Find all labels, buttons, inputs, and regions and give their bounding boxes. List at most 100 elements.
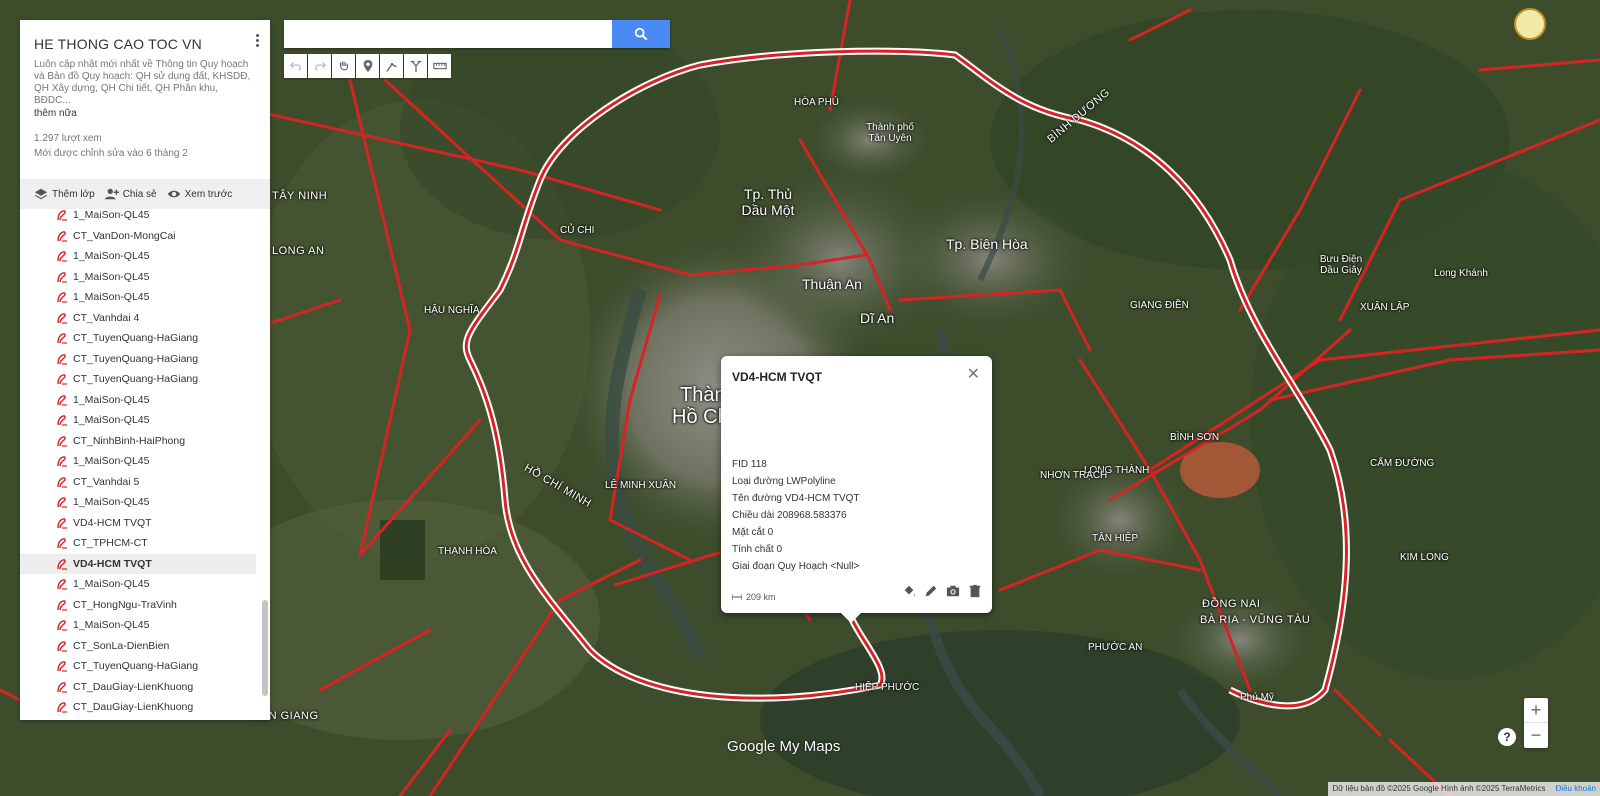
line-feature-icon bbox=[57, 312, 67, 324]
map-label-ba-ria-vung-tau: BÀ RỊA - VŨNG TÀU bbox=[1200, 614, 1311, 626]
map-label-hau-nghia: HẬU NGHĨA bbox=[424, 305, 480, 316]
list-item[interactable]: CT_TuyenQuang-HaGiang bbox=[20, 349, 256, 370]
search-bar bbox=[284, 20, 670, 48]
map-title[interactable]: HE THONG CAO TOC VN bbox=[34, 36, 256, 52]
panel-scrollbar[interactable] bbox=[262, 600, 268, 696]
map-label-phu-my: Phú Mỹ bbox=[1240, 692, 1274, 703]
length-value: 209 km bbox=[746, 592, 776, 602]
list-item[interactable]: CT_SonLa-DienBien bbox=[20, 636, 256, 657]
share-button[interactable]: Chia sẻ bbox=[104, 187, 157, 201]
directions-icon bbox=[410, 60, 421, 73]
map-label-di-an: Dĩ An bbox=[860, 310, 895, 326]
list-item[interactable]: CT_HongNgu-TraVinh bbox=[20, 595, 256, 616]
line-feature-icon bbox=[57, 210, 67, 221]
list-item[interactable]: CT_DauGiay-LienKhuong bbox=[20, 677, 256, 698]
style-paint-icon[interactable] bbox=[902, 584, 916, 598]
list-item[interactable]: 1_MaiSon-QL45 bbox=[20, 451, 256, 472]
list-item-label: CT_TuyenQuang-HaGiang bbox=[73, 352, 199, 365]
redo-icon bbox=[314, 62, 326, 71]
list-item[interactable]: 1_MaiSon-QL45 bbox=[20, 410, 256, 431]
list-item[interactable]: VD4-HCM TVQT bbox=[20, 513, 256, 534]
list-item-label: CT_SonLa-DienBien bbox=[73, 639, 170, 652]
list-item[interactable]: CT_TuyenQuang-HaGiang bbox=[20, 328, 256, 349]
more-link[interactable]: thêm nữa bbox=[34, 108, 256, 119]
list-item[interactable]: CT_VanDon-MongCai bbox=[20, 226, 256, 247]
attribution-text: Dữ liệu bản đồ ©2025 Google Hình ảnh ©20… bbox=[1332, 784, 1546, 793]
line-feature-icon bbox=[57, 558, 67, 570]
close-icon[interactable]: ✕ bbox=[967, 367, 980, 383]
list-item-label: CT_TuyenQuang-HaGiang bbox=[73, 373, 199, 386]
map-description: Luôn cập nhật mới nhất về Thông tin Quy … bbox=[34, 59, 251, 106]
line-feature-icon bbox=[57, 251, 67, 262]
zoom-in-button[interactable]: + bbox=[1524, 698, 1548, 723]
camera-icon[interactable] bbox=[946, 584, 960, 598]
list-item-label: VD4-HCM TVQT bbox=[73, 516, 152, 529]
list-item[interactable]: 1_MaiSon-QL45 bbox=[20, 615, 256, 636]
list-item[interactable]: 1_MaiSon-QL45 bbox=[20, 574, 256, 595]
line-feature-icon bbox=[57, 292, 67, 303]
map-tools bbox=[284, 54, 451, 78]
list-item[interactable]: 1_MaiSon-QL45 bbox=[20, 267, 256, 288]
list-item[interactable]: VD4-HCM TVQT bbox=[20, 553, 256, 574]
list-item-label: 1_MaiSon-QL45 bbox=[73, 250, 150, 263]
map-label-kim-long: KIM LONG bbox=[1400, 552, 1449, 563]
line-feature-icon bbox=[57, 702, 67, 713]
list-item[interactable]: CT_TuyenQuang-HaGiang bbox=[20, 369, 256, 390]
attr-fid: FID 118 bbox=[732, 459, 767, 470]
map-label-dau-giay: Bưu Điện Dầu Giây bbox=[1319, 254, 1363, 276]
list-item[interactable]: 1_MaiSon-QL45 bbox=[20, 287, 256, 308]
legend-panel: HE THONG CAO TOC VN Luôn cập nhật mới nh… bbox=[20, 20, 270, 720]
measure-button[interactable] bbox=[428, 54, 451, 78]
map-label-giang-dien: GIANG ĐIỀN bbox=[1130, 300, 1189, 311]
line-feature-icon bbox=[57, 353, 67, 365]
line-feature-icon bbox=[57, 599, 67, 611]
list-item[interactable]: CT_Vanhdai 4 bbox=[20, 308, 256, 329]
search-button[interactable] bbox=[612, 20, 670, 48]
list-item[interactable]: 1_MaiSon-QL45 bbox=[20, 718, 256, 721]
redo-button[interactable] bbox=[308, 54, 331, 78]
list-item-label: CT_TuyenQuang-HaGiang bbox=[73, 660, 199, 673]
list-item[interactable]: CT_Vanhdai 5 bbox=[20, 472, 256, 493]
trash-icon[interactable] bbox=[968, 584, 982, 598]
ruler-icon bbox=[432, 62, 447, 70]
list-item-label: CT_DauGiay-LienKhuong bbox=[73, 701, 194, 714]
terms-link[interactable]: Điều khoản bbox=[1556, 784, 1596, 794]
list-item[interactable]: CT_TPHCM-CT bbox=[20, 533, 256, 554]
eye-icon bbox=[167, 190, 180, 198]
marker-icon bbox=[363, 59, 372, 73]
list-item[interactable]: 1_MaiSon-QL45 bbox=[20, 205, 256, 226]
list-item[interactable]: 1_MaiSon-QL45 bbox=[20, 492, 256, 513]
zoom-out-button[interactable]: − bbox=[1524, 723, 1548, 748]
map-label-hoa-phu: HÒA PHÚ bbox=[794, 97, 840, 108]
length-icon bbox=[732, 594, 742, 600]
add-person-icon bbox=[104, 188, 119, 200]
line-feature-icon bbox=[57, 681, 67, 693]
list-item-label: 1_MaiSon-QL45 bbox=[73, 270, 150, 283]
measured-length: 209 km bbox=[732, 592, 776, 602]
list-item[interactable]: CT_NinhBinh-HaiPhong bbox=[20, 431, 256, 452]
line-feature-icon bbox=[57, 271, 67, 283]
undo-button[interactable] bbox=[284, 54, 307, 78]
draw-line-button[interactable] bbox=[380, 54, 403, 78]
list-item[interactable]: CT_TuyenQuang-HaGiang bbox=[20, 656, 256, 677]
edit-pencil-icon[interactable] bbox=[924, 584, 938, 598]
list-item[interactable]: 1_MaiSon-QL45 bbox=[20, 246, 256, 267]
attr-cross-section: Mặt cắt 0 bbox=[732, 527, 774, 538]
line-feature-icon bbox=[57, 476, 67, 488]
line-feature-icon bbox=[57, 415, 67, 426]
list-item[interactable]: CT_DauGiay-LienKhuong bbox=[20, 697, 256, 718]
add-marker-button[interactable] bbox=[356, 54, 379, 78]
map-label-bien-hoa: Tp. Biên Hòa bbox=[946, 236, 1028, 252]
help-icon[interactable]: ? bbox=[1498, 728, 1516, 746]
add-layer-button[interactable]: Thêm lớp bbox=[34, 187, 95, 201]
list-item[interactable]: 1_MaiSon-QL45 bbox=[20, 390, 256, 411]
more-options-icon[interactable] bbox=[256, 34, 260, 50]
preview-button[interactable]: Xem trước bbox=[167, 187, 232, 201]
directions-button[interactable] bbox=[404, 54, 427, 78]
list-item-label: 1_MaiSon-QL45 bbox=[73, 455, 150, 468]
map-label-city-1: Thàn bbox=[680, 384, 726, 406]
list-item-label: CT_TuyenQuang-HaGiang bbox=[73, 332, 199, 345]
pan-tool-button[interactable] bbox=[332, 54, 355, 78]
attr-phase: Giai đoạn Quy Hoạch <Null> bbox=[732, 561, 860, 572]
search-input[interactable] bbox=[284, 20, 612, 48]
